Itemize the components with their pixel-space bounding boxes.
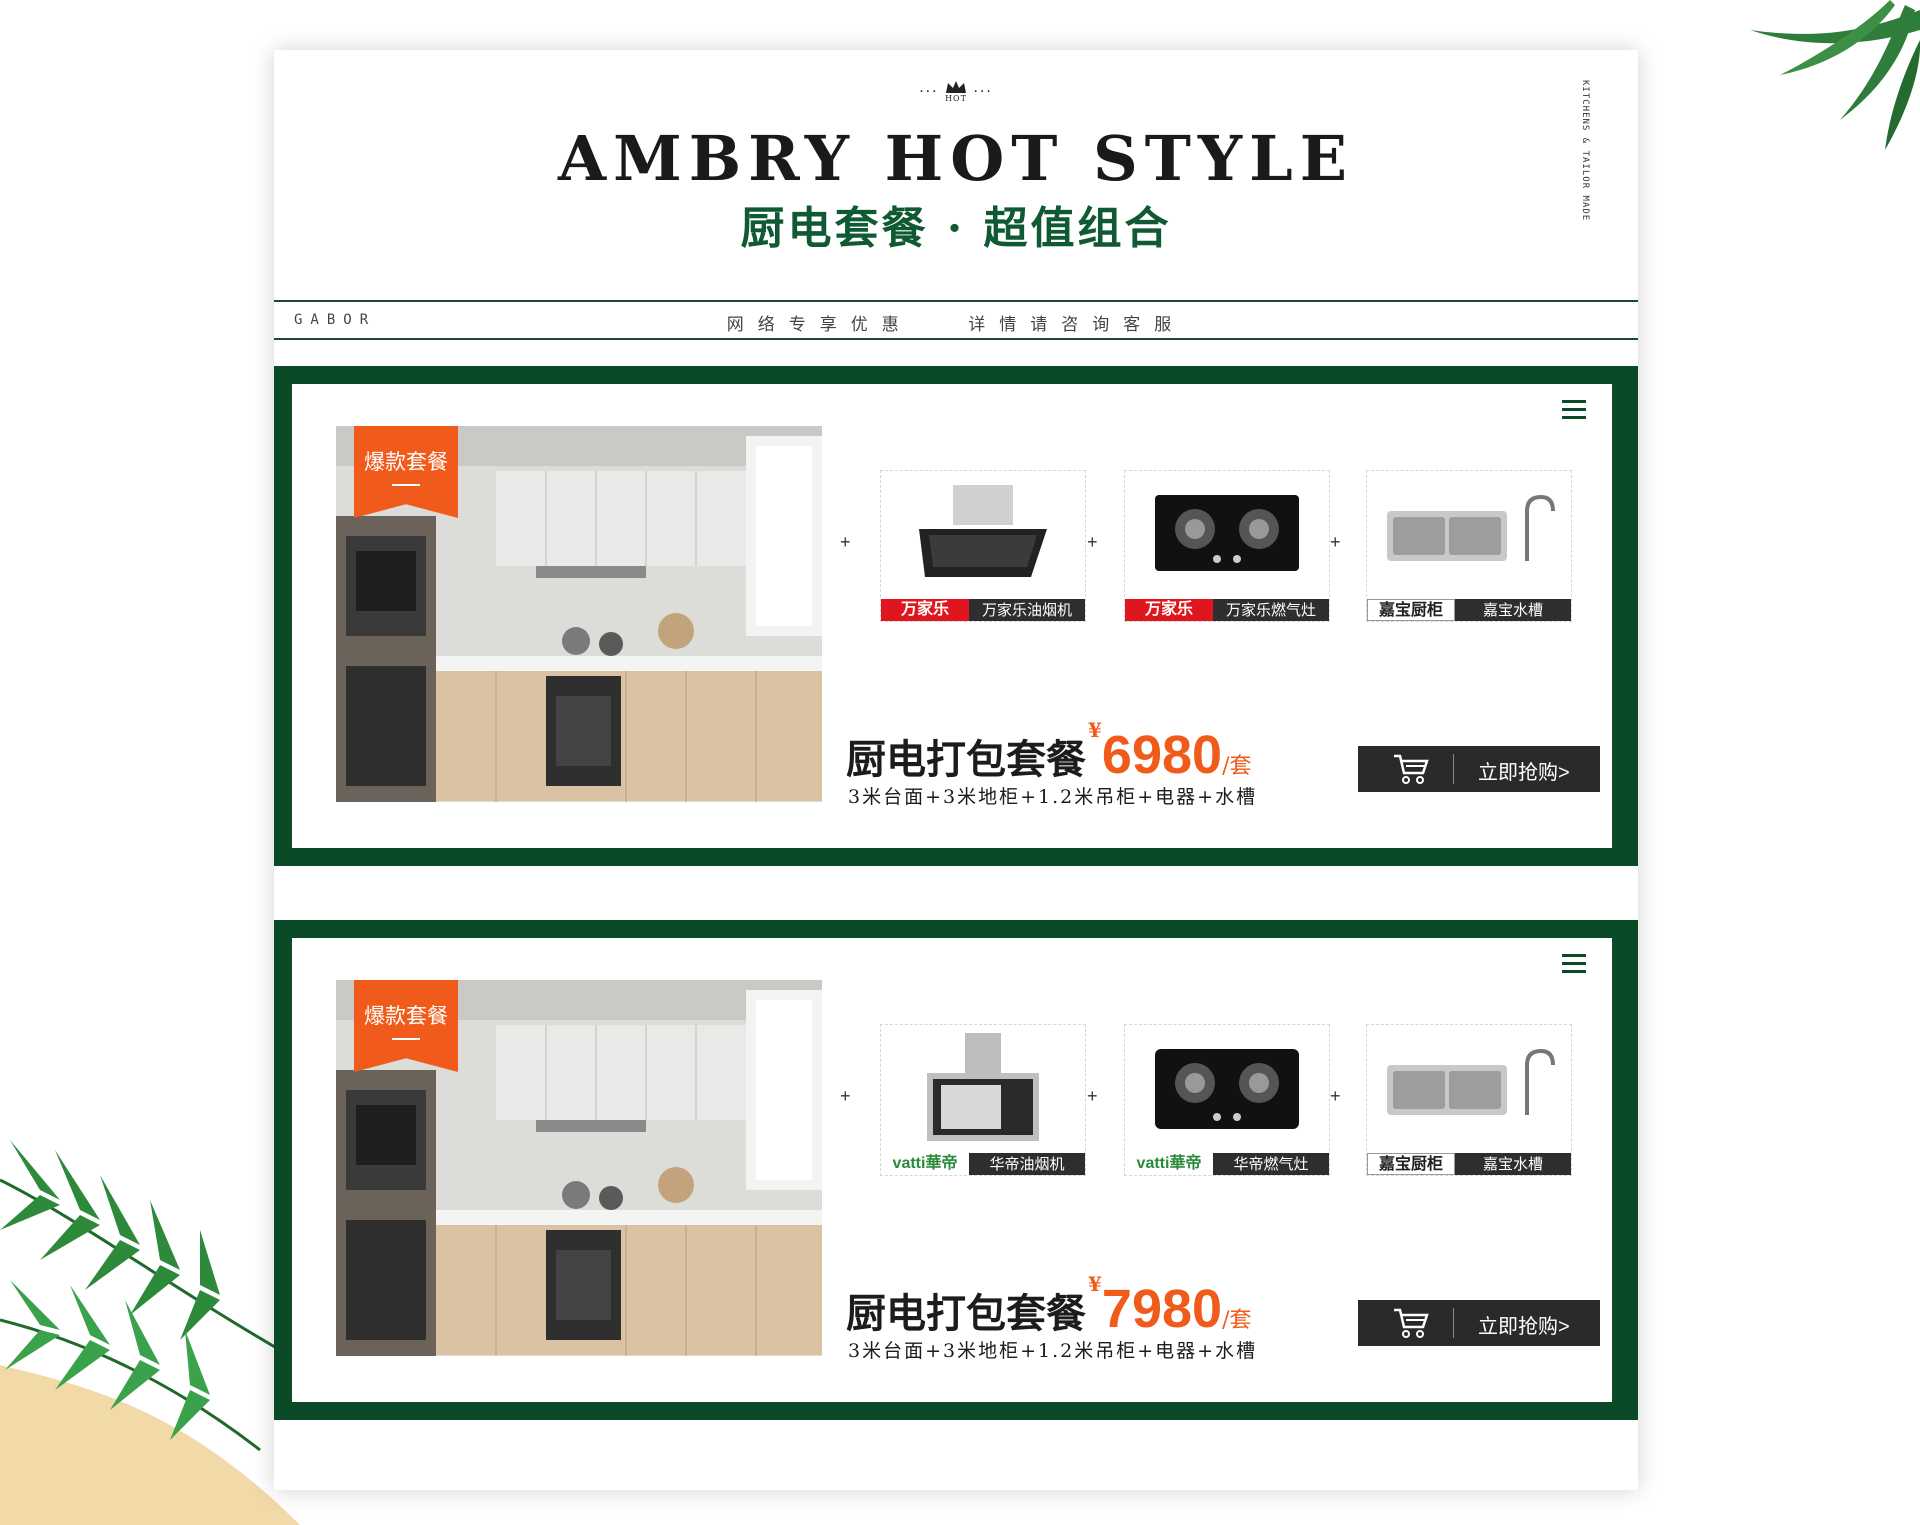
package-inner: 爆款套餐 + vatti華帝 华帝油烟机 + vatti華帝 华帝燃气灶 + 嘉… <box>292 938 1612 1402</box>
deal-title: 厨电打包套餐¥6980/套 <box>846 718 1252 786</box>
range-hood-icon <box>919 485 1047 577</box>
buy-now-label: 立即抢购> <box>1478 762 1570 784</box>
range-hood-icon <box>927 1033 1039 1141</box>
product-name: 万家乐油烟机 <box>981 601 1072 619</box>
package-card-1: 爆款套餐 + 万家乐 万家乐油烟机 + 万家乐 万家乐燃气灶 + 嘉宝厨柜 嘉宝… <box>274 366 1638 866</box>
deal-name: 厨电打包套餐 <box>846 736 1086 783</box>
deal-price: 7980 <box>1101 1279 1223 1339</box>
hot-package-badge: 爆款套餐 <box>354 980 458 1072</box>
deal-price: 6980 <box>1101 725 1223 785</box>
shopping-cart-icon <box>1394 1308 1429 1338</box>
palm-leaf-decoration-bottom <box>0 1140 281 1452</box>
product-name: 嘉宝水槽 <box>1482 601 1543 619</box>
brand-logo: 嘉宝厨柜 <box>1367 599 1455 621</box>
currency-symbol: ¥ <box>1088 1272 1102 1296</box>
sink-icon <box>1387 494 1555 561</box>
crown-dots: ... <box>919 80 939 96</box>
plus-sign: + <box>840 1086 851 1106</box>
product-name: 万家乐燃气灶 <box>1225 601 1316 619</box>
kitchen-photo: 爆款套餐 <box>336 426 822 802</box>
page-title-english: AMBRY HOT STYLE <box>558 122 1354 195</box>
price-unit: /套 <box>1222 1308 1252 1333</box>
deal-name: 厨电打包套餐 <box>846 1290 1086 1337</box>
product-range-hood[interactable]: vatti華帝 华帝油烟机 <box>880 1024 1086 1176</box>
badge-label: 爆款套餐 <box>364 1004 448 1028</box>
brand-logo: 万家乐 <box>1125 599 1213 621</box>
buy-now-button[interactable]: 立即抢购> <box>1358 1300 1600 1346</box>
gas-stove-icon <box>1155 495 1299 571</box>
gas-stove-icon <box>1155 1049 1299 1129</box>
palm-leaf-decoration-top <box>1750 0 1920 150</box>
promo-text: 网络专享优惠 详情请咨询客服 <box>274 310 1638 335</box>
kitchen-photo: 爆款套餐 <box>336 980 822 1356</box>
buy-now-label: 立即抢购> <box>1478 1316 1570 1338</box>
info-band: GABOR 网络专享优惠 详情请咨询客服 <box>274 300 1638 340</box>
shopping-cart-icon <box>1394 754 1429 784</box>
package-card-2: 爆款套餐 + vatti華帝 华帝油烟机 + vatti華帝 华帝燃气灶 + 嘉… <box>274 920 1638 1420</box>
plus-sign: + <box>1330 1086 1341 1106</box>
product-gas-stove[interactable]: 万家乐 万家乐燃气灶 <box>1124 470 1330 622</box>
plus-sign: + <box>1087 1086 1098 1106</box>
product-sink[interactable]: 嘉宝厨柜 嘉宝水槽 <box>1366 470 1572 622</box>
brand-logo: 嘉宝厨柜 <box>1367 1153 1455 1175</box>
promo-left: 网络专享优惠 <box>726 315 913 335</box>
brand-logo: 万家乐 <box>881 599 969 621</box>
promo-right: 详情请咨询客服 <box>968 315 1186 335</box>
brand-logo: vatti華帝 <box>1125 1153 1213 1175</box>
hot-badge: ... ... HOT <box>274 80 1638 103</box>
plus-sign: + <box>1087 532 1098 552</box>
product-name: 华帝油烟机 <box>989 1155 1065 1173</box>
product-name: 华帝燃气灶 <box>1233 1155 1309 1173</box>
plus-sign: + <box>840 532 851 552</box>
side-vertical-text: KITCHENS & TAILOR MADE <box>1580 80 1590 222</box>
currency-symbol: ¥ <box>1088 718 1102 742</box>
sink-icon <box>1387 1048 1555 1115</box>
crown-dots: ... <box>973 80 993 96</box>
page-title-chinese: 厨电套餐 · 超值组合 <box>740 203 1172 254</box>
price-unit: /套 <box>1222 754 1252 779</box>
deal-details: 3米台面+3米地柜+1.2米吊柜+电器+水槽 <box>848 786 1258 808</box>
plus-sign: + <box>1330 532 1341 552</box>
deal-details: 3米台面+3米地柜+1.2米吊柜+电器+水槽 <box>848 1340 1258 1362</box>
product-name: 嘉宝水槽 <box>1482 1155 1543 1173</box>
promo-card: ... ... HOT AMBRY HOT STYLE 厨电套餐 · 超值组合 … <box>274 50 1638 1490</box>
brand-logo: vatti華帝 <box>881 1153 969 1175</box>
product-sink[interactable]: 嘉宝厨柜 嘉宝水槽 <box>1366 1024 1572 1176</box>
badge-label: 爆款套餐 <box>364 450 448 474</box>
deal-title: 厨电打包套餐¥7980/套 <box>846 1272 1252 1340</box>
product-gas-stove[interactable]: vatti華帝 华帝燃气灶 <box>1124 1024 1330 1176</box>
product-range-hood[interactable]: 万家乐 万家乐油烟机 <box>880 470 1086 622</box>
menu-icon[interactable] <box>1562 954 1586 974</box>
crown-icon <box>946 81 966 93</box>
buy-now-button[interactable]: 立即抢购> <box>1358 746 1600 792</box>
menu-icon[interactable] <box>1562 400 1586 420</box>
hot-label: HOT <box>945 94 967 103</box>
package-inner: 爆款套餐 + 万家乐 万家乐油烟机 + 万家乐 万家乐燃气灶 + 嘉宝厨柜 嘉宝… <box>292 384 1612 848</box>
